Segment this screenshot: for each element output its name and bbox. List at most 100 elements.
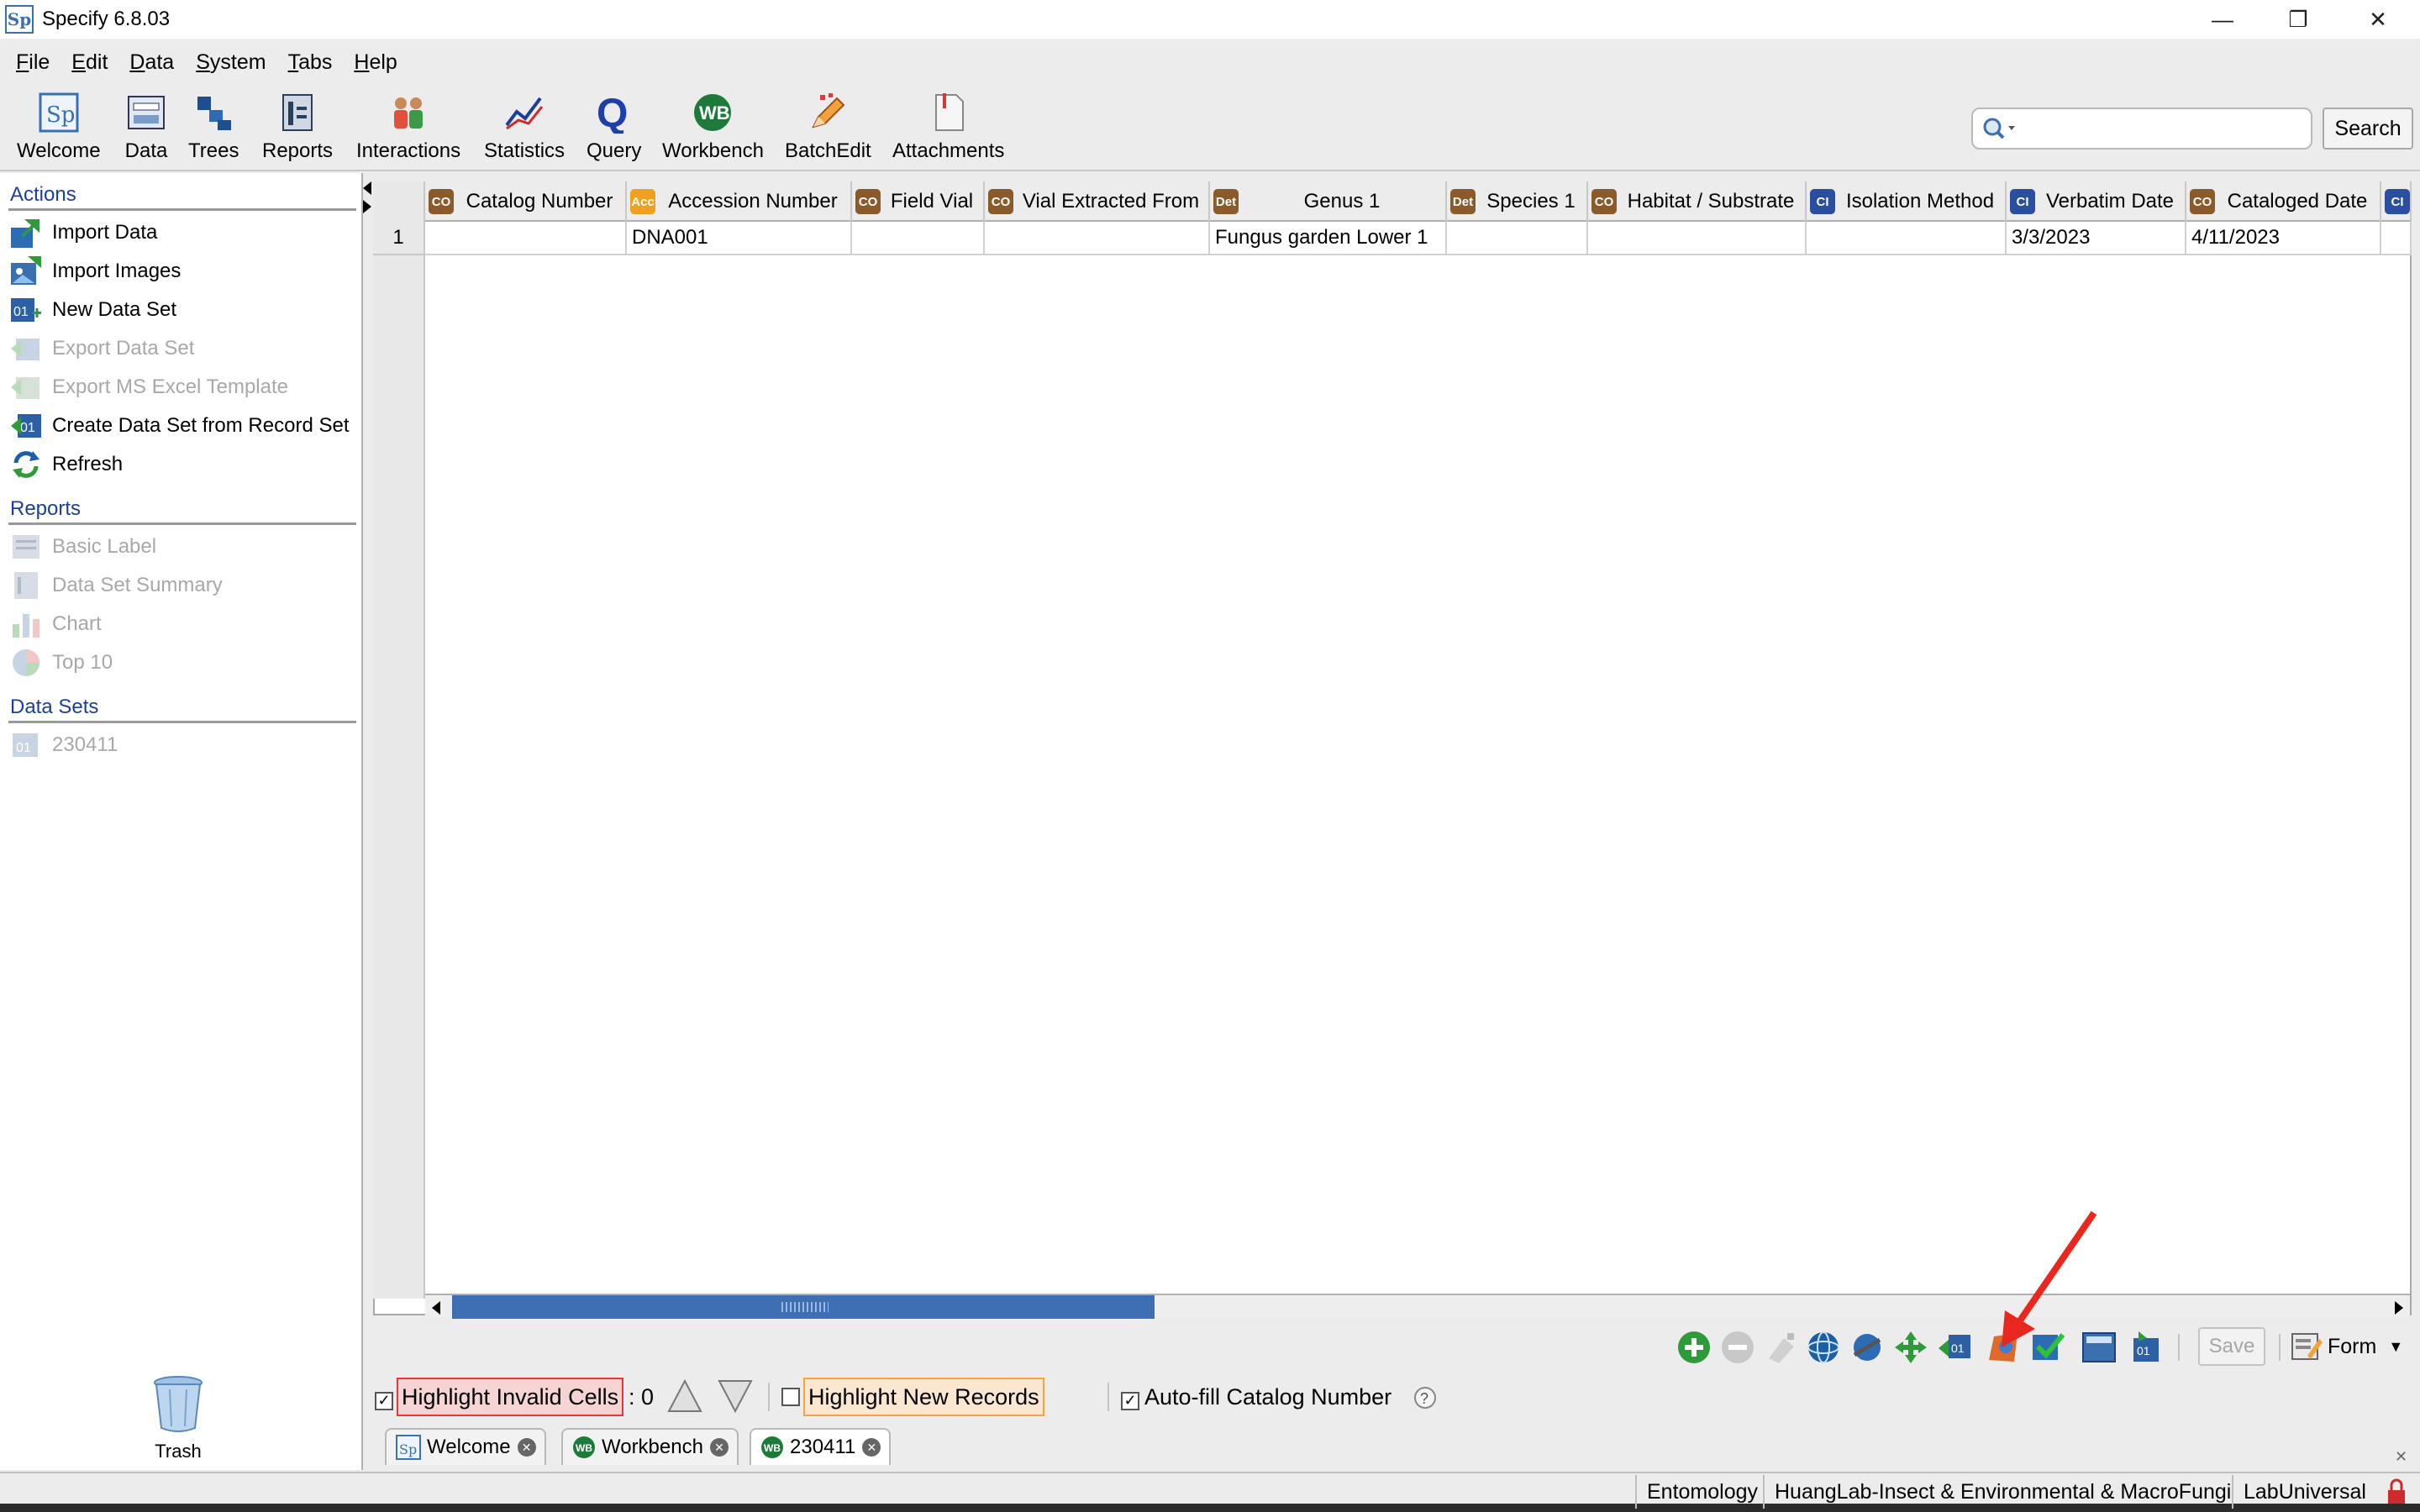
menu-data[interactable]: Data [118, 50, 185, 75]
toolbar-reports[interactable]: Reports [262, 91, 333, 163]
toolbar-data[interactable]: Data [124, 91, 168, 163]
grid-cell[interactable]: Fungus garden Lower 1 [1210, 222, 1447, 255]
grid-header-row: CO Catalog Number Acc Accession Number CO Fie… [425, 181, 2412, 222]
sidebar-item-label: Export Data Set [52, 337, 195, 360]
form-view-button[interactable]: Form ▼ [2291, 1327, 2417, 1366]
add-row-icon[interactable] [1676, 1329, 1712, 1366]
export-data-icon[interactable]: 01 [1936, 1329, 1973, 1366]
menu-tabs[interactable]: Tabs [277, 50, 344, 75]
toolbar-workbench[interactable]: WB Workbench [662, 91, 764, 163]
column-header[interactable]: CO Vial Extracted From [985, 181, 1210, 222]
column-header[interactable]: CO Habitat / Substrate [1588, 181, 1807, 222]
menu-help[interactable]: Help [343, 50, 408, 75]
menu-edit[interactable]: Edit [60, 50, 118, 75]
expand-icon[interactable] [1892, 1329, 1929, 1366]
refresh-icon [8, 447, 44, 482]
toolbar-batchedit[interactable]: BatchEdit [785, 91, 871, 163]
geo-locate-icon[interactable] [1805, 1329, 1842, 1366]
grid-cell[interactable] [425, 222, 627, 255]
grid-cell[interactable]: 4/11/2023 [2186, 222, 2381, 255]
column-header[interactable]: Det Genus 1 [1210, 181, 1447, 222]
sidebar-item-create-from-record-set[interactable]: 01 Create Data Set from Record Set [8, 408, 349, 444]
column-header[interactable]: CI Verbatim Date [2007, 181, 2186, 222]
restore-button[interactable]: ❐ [2260, 0, 2336, 39]
highlight-new-label[interactable]: Highlight New Records [803, 1378, 1044, 1416]
tab-workbench[interactable]: WB Workbench ✕ [561, 1428, 739, 1465]
menu-system[interactable]: System [185, 50, 276, 75]
scrollbar-thumb[interactable] [452, 1295, 1155, 1319]
grid-cell[interactable]: 3/3/2023 [2007, 222, 2186, 255]
search-button[interactable]: Search [2323, 108, 2413, 150]
sidebar-item-label: New Data Set [52, 298, 177, 321]
toolbar-trees[interactable]: Trees [188, 91, 239, 163]
people-icon [387, 91, 430, 134]
grid-cell[interactable] [1807, 222, 2007, 255]
specify-logo-icon: Sp [395, 1434, 422, 1461]
close-panel-icon[interactable]: ✕ [2395, 1448, 2407, 1466]
column-header-label: Cataloged Date [2227, 190, 2368, 213]
help-icon[interactable]: ? [1413, 1386, 1437, 1415]
sidebar-item-export-excel-template[interactable]: Export MS Excel Template [8, 370, 288, 405]
divider [8, 721, 356, 723]
column-header[interactable]: Acc Accession Number [627, 181, 852, 222]
close-tab-icon[interactable]: ✕ [517, 1438, 536, 1457]
sidebar-item-basic-label[interactable]: Basic Label [8, 529, 156, 564]
convert-geo-icon[interactable] [1849, 1329, 1886, 1366]
upload-dataset-icon[interactable]: 01 [2126, 1329, 2163, 1366]
column-header[interactable]: CO Catalog Number [425, 181, 627, 222]
data-form-icon [124, 91, 168, 134]
column-header[interactable]: CO Cataloged Date [2186, 181, 2381, 222]
column-header[interactable]: CO Field Vial [852, 181, 985, 222]
export-template-icon [8, 370, 44, 405]
toolbar-welcome[interactable]: Sp Welcome [17, 91, 101, 163]
close-tab-icon[interactable]: ✕ [709, 1438, 729, 1457]
toolbar-statistics[interactable]: Statistics [484, 91, 565, 163]
column-header[interactable]: CI [2381, 181, 2412, 222]
highlight-invalid-checkbox[interactable]: ✓ [375, 1388, 393, 1411]
close-button[interactable]: ✕ [2340, 0, 2416, 39]
next-invalid-icon[interactable] [716, 1378, 755, 1420]
scroll-left-arrow-icon[interactable] [429, 1299, 445, 1322]
sidebar-item-import-images[interactable]: Import Images [8, 254, 181, 289]
tab-welcome[interactable]: Sp Welcome ✕ [385, 1428, 546, 1465]
autofill-checkbox[interactable]: ✓ [1121, 1388, 1139, 1411]
close-tab-icon[interactable]: ✕ [862, 1438, 881, 1457]
previous-invalid-icon[interactable] [666, 1378, 704, 1420]
search-input[interactable] [1971, 108, 2312, 150]
highlight-invalid-label[interactable]: Highlight Invalid Cells [397, 1378, 624, 1416]
save-button[interactable]: Save [2198, 1327, 2265, 1366]
toolbar-attachments[interactable]: Attachments [892, 91, 1004, 163]
splitter-arrows[interactable] [361, 180, 373, 223]
grid-cell[interactable] [2381, 222, 2412, 255]
tab-230411[interactable]: WB 230411 ✕ [750, 1428, 892, 1465]
minimize-button[interactable]: — [2185, 0, 2260, 39]
menu-file[interactable]: File [5, 50, 60, 75]
menu-bar: File Edit Data System Tabs Help [0, 39, 2420, 86]
delete-row-icon[interactable] [1719, 1329, 1756, 1366]
sidebar-item-chart[interactable]: Chart [8, 606, 102, 642]
grid-cell[interactable] [1447, 222, 1588, 255]
sidebar-item-data-set-summary[interactable]: Data Set Summary [8, 568, 223, 603]
column-header[interactable]: CI Isolation Method [1807, 181, 2007, 222]
autofill-label[interactable]: Auto-fill Catalog Number [1144, 1378, 1392, 1416]
clear-cells-icon[interactable] [1763, 1329, 1800, 1366]
sidebar-item-new-data-set[interactable]: 01 New Data Set [8, 292, 176, 328]
sidebar-item-export-data-set[interactable]: Export Data Set [8, 331, 194, 366]
column-header[interactable]: Det Species 1 [1447, 181, 1588, 222]
summary-report-icon [8, 568, 44, 603]
grid-cell[interactable] [985, 222, 1210, 255]
toolbar-query[interactable]: Q Query [587, 91, 641, 163]
toolbar-interactions[interactable]: Interactions [356, 91, 460, 163]
highlight-new-checkbox[interactable] [781, 1388, 800, 1412]
pencil-icon [806, 91, 850, 134]
sidebar-item-refresh[interactable]: Refresh [8, 447, 123, 482]
scroll-right-arrow-icon[interactable] [2390, 1299, 2407, 1322]
sidebar-item-dataset-230411[interactable]: 01 230411 [8, 727, 118, 763]
grid-cell[interactable]: DNA001 [627, 222, 852, 255]
trash[interactable]: Trash [151, 1374, 205, 1462]
grid-cell[interactable] [1588, 222, 1807, 255]
lock-icon[interactable] [2383, 1478, 2410, 1512]
sidebar-item-import-data[interactable]: Import Data [8, 215, 157, 250]
sidebar-item-top-10[interactable]: Top 10 [8, 645, 113, 680]
grid-cell[interactable] [852, 222, 985, 255]
